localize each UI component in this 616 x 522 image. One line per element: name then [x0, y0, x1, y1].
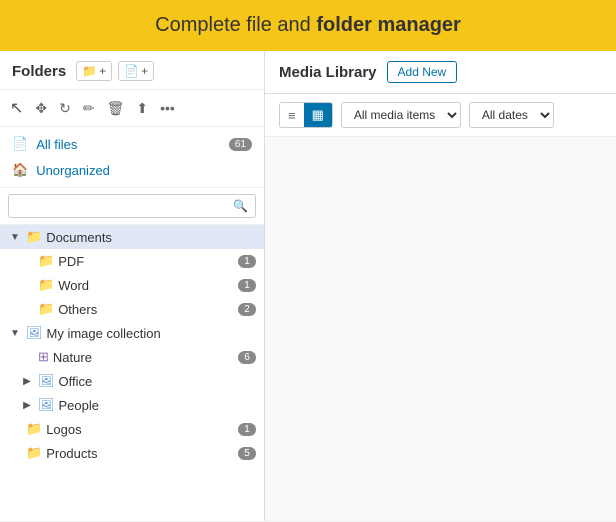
folder-logos-icon: 📁 — [26, 421, 42, 437]
search-input[interactable] — [8, 194, 256, 218]
chevron-people: ▶ — [20, 400, 34, 411]
tree-item-nature-label: Nature — [53, 350, 234, 365]
new-file-button[interactable]: 📄 + — [118, 61, 154, 81]
header-text-bold: folder manager — [316, 14, 460, 36]
logos-badge: 1 — [238, 423, 256, 436]
list-view-button[interactable]: ≡ — [280, 103, 304, 127]
toolbar: ↖ ✥ ↻ ✏ 🗑 ⬆ ••• — [0, 90, 264, 127]
refresh-icon[interactable]: ↻ — [57, 98, 73, 119]
delete-icon[interactable]: 🗑 — [105, 98, 127, 119]
media-filters: ≡ ▦ All media items All dates — [265, 94, 616, 137]
folder-others-icon: 📁 — [38, 301, 54, 317]
pdf-badge: 1 — [238, 255, 256, 268]
unorganized-item[interactable]: 🏠 Unorganized — [0, 157, 264, 183]
main-layout: Folders 📁 + 📄 + ↖ ✥ ↻ ✏ 🗑 ⬆ ••• 📄 All f — [0, 51, 616, 521]
grid-view-button[interactable]: ▦ — [304, 103, 332, 127]
view-toggle: ≡ ▦ — [279, 102, 333, 128]
file-plus-icon: 📄 — [124, 64, 139, 78]
tree-item-pdf[interactable]: 📁 PDF 1 — [0, 249, 264, 273]
all-files-badge: 61 — [229, 138, 252, 151]
chevron-office: ▶ — [20, 376, 34, 387]
media-header: Media Library Add New — [265, 51, 616, 94]
nature-badge: 6 — [238, 351, 256, 364]
tree-item-logos[interactable]: 📁 Logos 1 — [0, 417, 264, 441]
all-files-label: All files — [36, 137, 77, 152]
folder-word-icon: 📁 — [38, 277, 54, 293]
right-panel: Media Library Add New ≡ ▦ All media item… — [265, 51, 616, 521]
others-badge: 2 — [238, 303, 256, 316]
folder-documents-icon: 📁 — [26, 229, 42, 245]
media-type-filter[interactable]: All media items — [341, 102, 461, 128]
folder-my-image-collection-icon: 🖼 — [26, 325, 43, 341]
tree-item-pdf-label: PDF — [58, 254, 234, 269]
upload-icon[interactable]: ⬆ — [134, 98, 150, 119]
all-files-item[interactable]: 📄 All files 61 — [0, 131, 264, 157]
move-icon[interactable]: ✥ — [33, 98, 49, 119]
chevron-my-image-collection: ▼ — [8, 328, 22, 339]
left-panel: Folders 📁 + 📄 + ↖ ✥ ↻ ✏ 🗑 ⬆ ••• 📄 All f — [0, 51, 265, 521]
folders-header: Folders 📁 + 📄 + — [0, 51, 264, 90]
tree-item-documents[interactable]: ▼ 📁 Documents — [0, 225, 264, 249]
edit-icon[interactable]: ✏ — [81, 98, 97, 119]
unorganized-icon: 🏠 — [12, 162, 28, 178]
tree-item-my-image-collection-label: My image collection — [47, 326, 256, 341]
tree-item-logos-label: Logos — [46, 422, 234, 437]
folder-office-icon: 🖼 — [38, 373, 55, 389]
tree-item-office-label: Office — [59, 374, 256, 389]
header-text-normal: Complete file and — [155, 14, 316, 36]
tree-item-others-label: Others — [58, 302, 234, 317]
list-view-icon: ≡ — [288, 108, 296, 123]
tree-item-nature[interactable]: ⊞ Nature 6 — [0, 345, 264, 369]
all-files-section: 📄 All files 61 🏠 Unorganized — [0, 127, 264, 188]
all-files-icon: 📄 — [12, 136, 28, 152]
tree-item-office[interactable]: ▶ 🖼 Office — [0, 369, 264, 393]
more-icon[interactable]: ••• — [158, 98, 177, 118]
chevron-documents: ▼ — [8, 232, 22, 243]
folder-people-icon: 🖼 — [38, 397, 55, 413]
tree-item-my-image-collection[interactable]: ▼ 🖼 My image collection — [0, 321, 264, 345]
tree-item-products[interactable]: 📁 Products 5 — [0, 441, 264, 465]
products-badge: 5 — [238, 447, 256, 460]
folder-nature-icon: ⊞ — [38, 349, 49, 365]
add-new-button[interactable]: Add New — [387, 61, 458, 83]
tree-item-word[interactable]: 📁 Word 1 — [0, 273, 264, 297]
folder-products-icon: 📁 — [26, 445, 42, 461]
folder-plus-icon: 📁 — [82, 64, 97, 78]
grid-view-icon: ▦ — [312, 107, 324, 122]
media-content — [265, 137, 616, 521]
cursor-icon: ↖ — [8, 96, 25, 120]
search-icon: 🔍 — [233, 199, 248, 213]
tree-item-people[interactable]: ▶ 🖼 People — [0, 393, 264, 417]
tree-item-others[interactable]: 📁 Others 2 — [0, 297, 264, 321]
tree-item-people-label: People — [59, 398, 256, 413]
word-badge: 1 — [238, 279, 256, 292]
tree-item-word-label: Word — [58, 278, 234, 293]
folder-tree: ▼ 📁 Documents 📁 PDF 1 📁 Word 1 � — [0, 225, 264, 521]
unorganized-label: Unorganized — [36, 163, 110, 178]
folder-pdf-icon: 📁 — [38, 253, 54, 269]
date-filter[interactable]: All dates — [469, 102, 554, 128]
new-folder-button[interactable]: 📁 + — [76, 61, 112, 81]
folders-title: Folders — [12, 63, 66, 80]
media-library-title: Media Library — [279, 64, 377, 81]
tree-item-documents-label: Documents — [46, 230, 256, 245]
page-header: Complete file and folder manager — [0, 0, 616, 51]
search-box: 🔍 — [0, 188, 264, 225]
new-file-label: + — [141, 64, 148, 78]
tree-item-products-label: Products — [46, 446, 234, 461]
new-folder-label: + — [99, 64, 106, 78]
